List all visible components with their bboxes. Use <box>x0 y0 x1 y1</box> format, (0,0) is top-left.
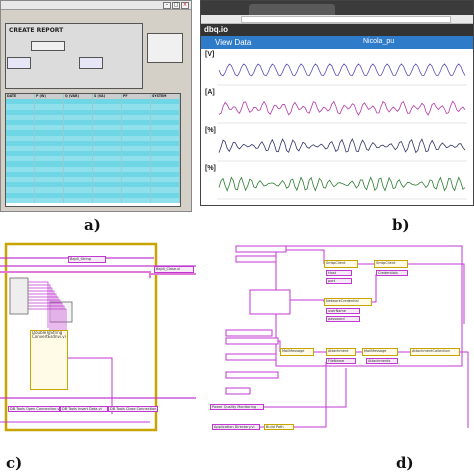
input-subject <box>225 353 277 361</box>
table-cell <box>35 197 64 203</box>
node-password[interactable]: password <box>326 316 360 322</box>
input-to <box>225 337 279 345</box>
wire <box>294 362 327 428</box>
time-selector[interactable] <box>31 41 65 51</box>
wire <box>372 274 377 303</box>
caption-a: a) <box>84 216 101 234</box>
wire <box>290 299 325 302</box>
input-email-account <box>249 289 291 315</box>
chart-label-voltage: [V] <box>205 51 215 58</box>
wire <box>28 281 49 328</box>
block-diagram-email: SmtpClient SmtpClient Credentials Host p… <box>206 238 474 450</box>
report-button-right[interactable] <box>79 57 103 69</box>
node-smtpclient-1[interactable]: SmtpClient <box>324 260 358 268</box>
create-report-button[interactable]: CREATE REPORT <box>9 27 63 34</box>
table-body <box>6 99 180 203</box>
node-credentials[interactable]: Credentials <box>376 270 408 276</box>
app-header: dbq.io <box>201 24 473 36</box>
node-filename[interactable]: FileName <box>326 358 356 364</box>
input-gmail <box>235 255 277 263</box>
table-cell <box>93 197 122 203</box>
table-cell <box>151 197 180 203</box>
browser-toolbar <box>201 15 473 24</box>
address-bar[interactable] <box>241 16 451 23</box>
node-double-to-string[interactable]: DoubleToString ConvertEsdnvi.vi <box>30 330 68 390</box>
minimize-icon[interactable]: – <box>163 2 171 9</box>
node-db-close[interactable]: DB Tools Close Connection.vi <box>108 406 158 412</box>
node-smtpclient-2[interactable]: SmtpClient <box>374 260 408 268</box>
browser-tabstrip <box>201 1 473 15</box>
format-block <box>49 301 73 323</box>
node-bajdi-string[interactable]: Bajdi_String <box>68 256 106 263</box>
charts-svg <box>217 63 467 200</box>
input-tag <box>225 387 251 395</box>
input-smtp <box>235 245 287 253</box>
report-button-left[interactable] <box>7 57 31 69</box>
node-attachments[interactable]: Attachments <box>366 358 398 364</box>
block-diagram-database: Bajdi_String Bajdi_Close.vi DoubleToStri… <box>0 238 196 450</box>
chart-series-line <box>218 138 466 154</box>
node-db-insert[interactable]: DB Tools Insert Data.vi <box>60 406 108 412</box>
browser-tab[interactable] <box>249 4 335 15</box>
app-logo[interactable]: dbq.io <box>204 25 228 34</box>
node-mailmessage-2[interactable]: MailMessage <box>362 348 398 356</box>
chart-label-percent-1: [%] <box>205 127 216 134</box>
input-from <box>225 329 273 337</box>
node-network-credential[interactable]: NetworkCredential <box>324 298 372 306</box>
wire-thick <box>0 271 151 278</box>
view-bar: View Data Nicola_pu <box>201 36 473 49</box>
node-port[interactable]: port <box>326 278 352 284</box>
node-mailmessage-1[interactable]: MailMessage <box>280 348 314 356</box>
chart-label-current: [A] <box>205 89 215 96</box>
browser-window: dbq.io View Data Nicola_pu [V] [A] [%] [… <box>200 0 474 206</box>
charts-area: [V] [A] [%] [%] <box>201 49 473 205</box>
device-name: Nicola_pu <box>363 38 395 45</box>
table-cell <box>64 197 93 203</box>
node-host[interactable]: Host <box>326 270 352 276</box>
wire <box>460 351 469 428</box>
wire <box>286 249 325 264</box>
node-bajdi-close[interactable]: Bajdi_Close.vi <box>154 266 194 273</box>
caption-b: b) <box>392 216 410 234</box>
cluster-block <box>9 277 29 315</box>
print-report-box[interactable] <box>147 33 183 63</box>
maximize-icon[interactable]: □ <box>172 2 180 9</box>
data-table: DATE P (W) Q (VAR) S (VA) PF SYSTEM <box>5 93 181 207</box>
node-attachment-collection[interactable]: AttachmentCollection <box>410 348 460 356</box>
chart-series-line <box>218 63 466 77</box>
node-db-open[interactable]: DB Tools Open Connection.vi <box>8 406 60 412</box>
chart-series-line <box>218 176 466 192</box>
node-username[interactable]: userName <box>326 308 360 314</box>
window-titlebar: – □ × <box>1 1 191 10</box>
labview-report-window: – □ × CREATE REPORT DATE P (W) Q (VAR) S… <box>0 0 192 212</box>
table-cell <box>122 197 151 203</box>
node-attachment[interactable]: Attachment <box>326 348 356 356</box>
node-build-path[interactable]: Build Path <box>264 424 294 430</box>
caption-d: d) <box>396 454 414 472</box>
chart-series-line <box>218 100 466 116</box>
node-pq-monitoring[interactable]: Power Quality Monitoring <box>210 404 264 410</box>
table-row[interactable] <box>6 197 180 203</box>
chart-label-percent-2: [%] <box>205 165 216 172</box>
wire <box>408 263 465 324</box>
caption-c: c) <box>6 454 23 472</box>
table-cell <box>6 197 35 203</box>
view-title: View Data <box>215 38 252 47</box>
close-icon[interactable]: × <box>181 2 189 9</box>
input-body <box>225 371 279 379</box>
node-app-directory[interactable]: Application Directory.vi <box>212 424 260 430</box>
